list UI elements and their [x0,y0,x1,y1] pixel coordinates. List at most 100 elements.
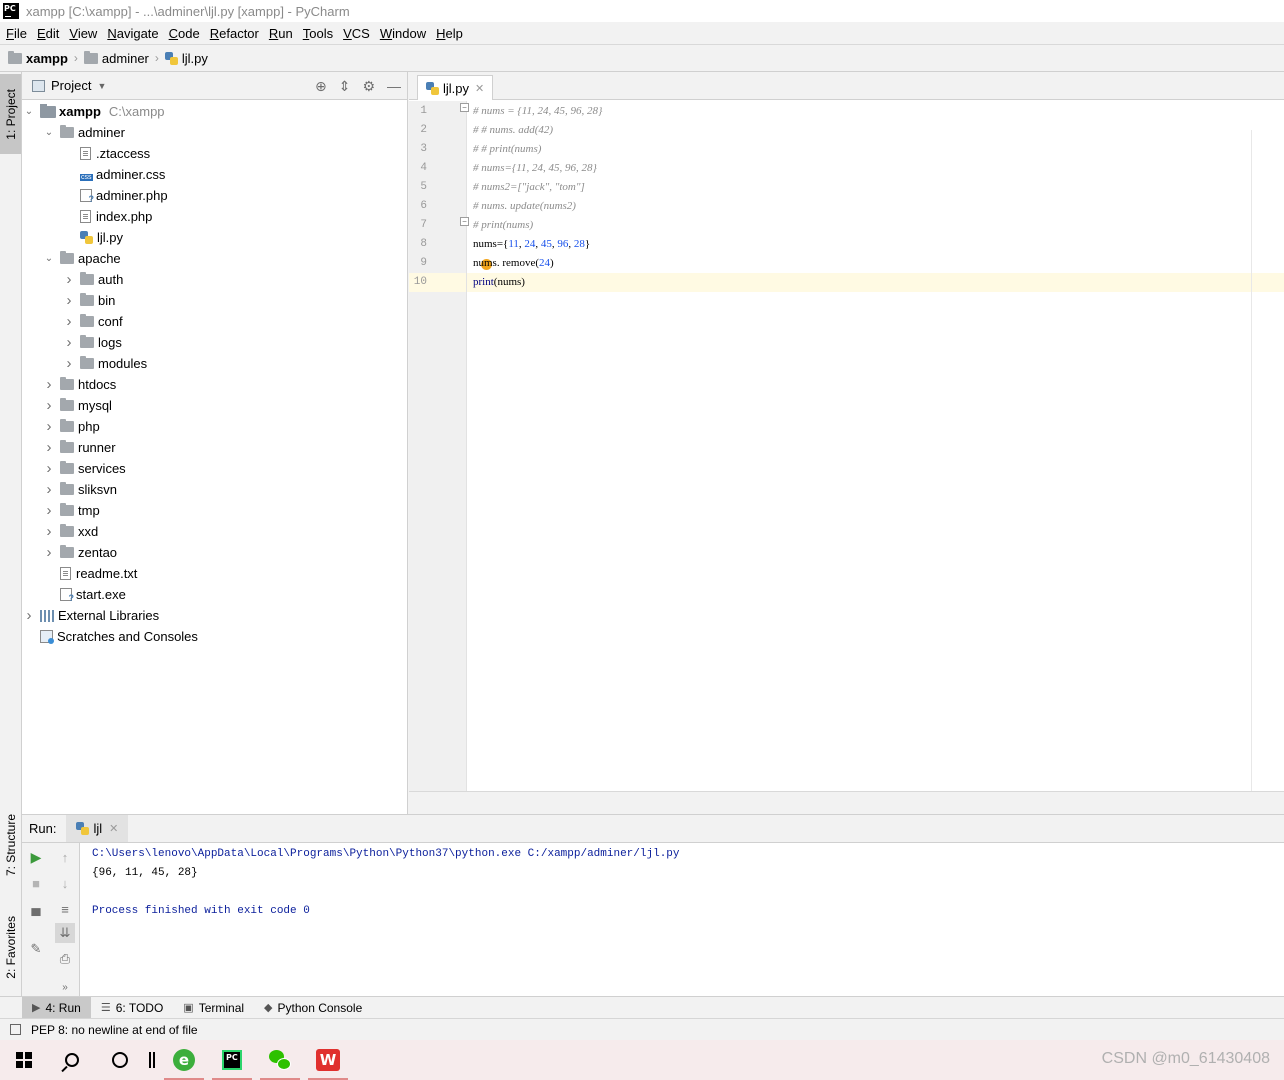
project-tool-button[interactable]: 1: Project [0,74,21,154]
task-view-button[interactable] [144,1040,160,1080]
tree-item-services[interactable]: › services [42,458,126,479]
todo-tool-button[interactable]: ☰ 6: TODO [91,997,173,1018]
tree-item-ztaccess[interactable]: .ztaccess [62,143,150,164]
chevron-right-icon[interactable]: › [42,523,56,540]
taskbar-pycharm[interactable]: PC [208,1040,256,1080]
tree-item-start-exe[interactable]: start.exe [42,584,126,605]
chevron-right-icon[interactable]: › [42,376,56,393]
chevron-down-icon[interactable]: ⌄ [42,127,56,138]
folder-icon [60,545,74,558]
close-icon[interactable]: ✕ [109,822,118,835]
tree-root[interactable]: ⌄ xampp C:\xampp [22,101,165,122]
tree-item-external-libraries[interactable]: › External Libraries [22,605,160,626]
menu-help[interactable]: Help [432,26,467,41]
code-area[interactable]: # nums = {11, 24, 45, 96, 28} # # nums. a… [467,101,1284,820]
chevron-down-icon[interactable]: ▼ [97,81,106,91]
tree-item-modules[interactable]: › modules [62,353,148,374]
layout-icon[interactable]: ▀ [26,905,46,925]
tree-item-readme-txt[interactable]: readme.txt [42,563,137,584]
tree-item-auth[interactable]: › auth [62,269,124,290]
tree-item-bin[interactable]: › bin [62,290,116,311]
up-arrow-icon[interactable]: ↑ [55,847,75,867]
rerun-icon[interactable]: ▶ [26,847,46,867]
start-button[interactable] [0,1040,48,1080]
tree-item-apache[interactable]: ⌄ apache [42,248,121,269]
chevron-right-icon[interactable]: › [42,502,56,519]
locate-file-icon[interactable]: ⊕ [315,78,327,95]
menu-navigate[interactable]: Navigate [103,26,162,41]
favorites-tool-button[interactable]: 2: Favorites [0,902,21,992]
collapse-all-icon[interactable]: ⇕ [339,78,351,95]
folder-icon [80,272,94,285]
print-icon[interactable]: ⎙ [55,949,75,969]
project-view-selector[interactable]: Project [51,78,91,93]
chevron-right-icon[interactable]: › [62,313,76,330]
menu-tools[interactable]: Tools [299,26,337,41]
structure-tool-button[interactable]: 7: Structure [0,800,21,890]
tool-windows-toggle-icon[interactable] [10,1024,21,1035]
breadcrumb-file[interactable]: ljl.py [164,51,208,66]
tree-item-xxd[interactable]: › xxd [42,521,99,542]
chevron-right-icon[interactable]: › [42,397,56,414]
cortana-button[interactable] [96,1040,144,1080]
down-arrow-icon[interactable]: ↓ [55,873,75,893]
terminal-tool-button[interactable]: ▣ Terminal [173,997,254,1018]
stop-icon[interactable]: ■ [26,873,46,893]
chevron-right-icon[interactable]: › [42,544,56,561]
menu-view[interactable]: View [65,26,101,41]
tree-item-runner[interactable]: › runner [42,437,116,458]
tree-item-scratches-and-consoles[interactable]: Scratches and Consoles [22,626,198,647]
more-icon[interactable]: » [55,977,75,997]
chevron-right-icon[interactable]: › [62,271,76,288]
tree-item-adminer-css[interactable]: adminer.css [62,164,165,185]
taskbar-wps[interactable]: W [304,1040,352,1080]
tree-item-tmp[interactable]: › tmp [42,500,100,521]
chevron-down-icon[interactable]: ⌄ [42,253,56,264]
menu-edit[interactable]: Edit [33,26,63,41]
menu-vcs[interactable]: VCS [339,26,374,41]
chevron-right-icon[interactable]: › [62,334,76,351]
tree-item-sliksvn[interactable]: › sliksvn [42,479,118,500]
tree-item-adminer-php[interactable]: adminer.php [62,185,168,206]
chevron-right-icon[interactable]: › [42,460,56,477]
scroll-to-end-icon[interactable]: ⇊ [55,923,75,943]
python-console-tool-button[interactable]: ◆ Python Console [254,997,372,1018]
chevron-right-icon[interactable]: › [62,292,76,309]
breadcrumb-root[interactable]: xampp [8,50,68,66]
tree-item-conf[interactable]: › conf [62,311,123,332]
chevron-right-icon[interactable]: › [42,481,56,498]
chevron-right-icon[interactable]: › [62,355,76,372]
chevron-right-icon[interactable]: › [42,439,56,456]
taskbar-browser[interactable]: e [160,1040,208,1080]
hide-panel-icon[interactable]: — [387,78,401,94]
close-icon[interactable]: ✕ [475,82,484,95]
soft-wrap-icon[interactable]: ≡ [55,899,75,919]
chevron-down-icon[interactable]: ⌄ [22,106,36,117]
taskbar-search-button[interactable] [48,1040,96,1080]
pin-icon[interactable]: ✎ [26,939,46,959]
run-tool-button[interactable]: ▶ 4: Run [22,997,91,1018]
tree-item-label: index.php [96,209,153,224]
taskbar-wechat[interactable] [256,1040,304,1080]
editor-tab-ljl[interactable]: ljl.py ✕ [417,75,494,100]
console-output[interactable]: C:\Users\lenovo\AppData\Local\Programs\P… [92,845,1272,995]
menu-refactor[interactable]: Refactor [206,26,263,41]
tree-item-htdocs[interactable]: › htdocs [42,374,117,395]
menu-code[interactable]: Code [165,26,204,41]
gear-icon[interactable]: ⚙ [362,78,375,95]
tree-item-mysql[interactable]: › mysql [42,395,112,416]
breadcrumb-adminer[interactable]: adminer [83,50,149,66]
chevron-right-icon[interactable]: › [22,607,36,624]
tree-item-zentao[interactable]: › zentao [42,542,118,563]
run-tab-ljl[interactable]: ljl ✕ [66,815,129,842]
tree-item-index-php[interactable]: index.php [62,206,152,227]
chevron-right-icon[interactable]: › [42,418,56,435]
tree-item-ljl-py[interactable]: ljl.py [62,227,123,248]
horizontal-scrollbar[interactable] [409,791,1284,814]
tree-item-php[interactable]: › php [42,416,100,437]
tree-item-adminer[interactable]: ⌄ adminer [42,122,125,143]
menu-window[interactable]: Window [376,26,430,41]
menu-run[interactable]: Run [265,26,297,41]
menu-file[interactable]: File [2,26,31,41]
tree-item-logs[interactable]: › logs [62,332,122,353]
